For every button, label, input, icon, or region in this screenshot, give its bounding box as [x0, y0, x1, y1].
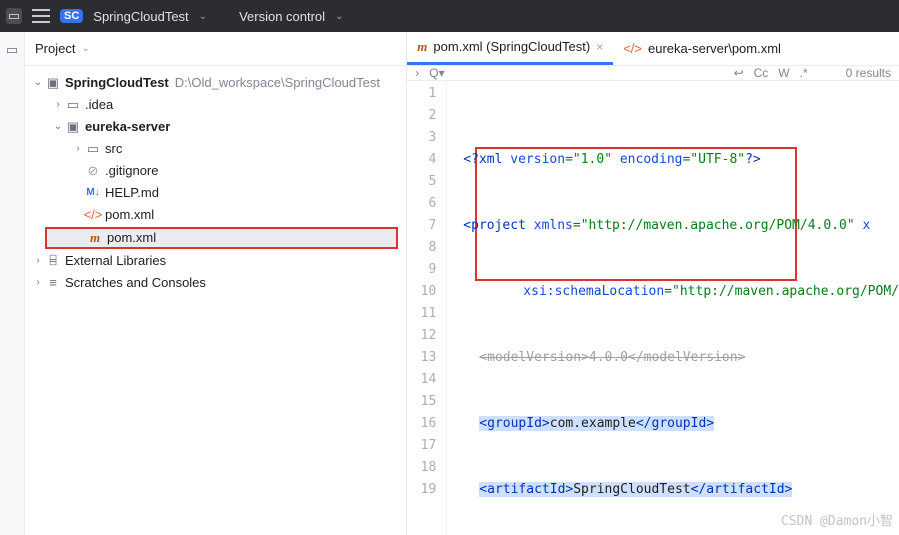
chevron-right-icon[interactable]: ›	[415, 66, 419, 80]
folder-icon: ▭	[65, 94, 81, 116]
xml-icon: </>	[85, 204, 101, 226]
editor-tabs: m pom.xml (SpringCloudTest) × </> eureka…	[407, 32, 899, 66]
prev-icon[interactable]: ↩	[734, 66, 744, 80]
chevron-down-icon[interactable]: ⌄	[81, 43, 89, 54]
module-icon: ▣	[45, 72, 61, 94]
chevron-down-icon[interactable]: ⌄	[51, 116, 65, 138]
match-case[interactable]: Cc	[754, 66, 769, 80]
regex-toggle[interactable]: .*	[800, 66, 808, 80]
maven-icon: m	[87, 227, 103, 249]
chevron-right-icon[interactable]: ›	[51, 94, 65, 116]
tab-label: pom.xml (SpringCloudTest)	[433, 39, 590, 54]
project-tree[interactable]: ⌄ ▣ SpringCloudTest D:\Old_workspace\Spr…	[25, 66, 406, 300]
markdown-icon: M↓	[85, 182, 101, 204]
tab-other[interactable]: </> eureka-server\pom.xml	[613, 31, 791, 65]
scratch-icon: ≡	[45, 272, 61, 294]
tab-active[interactable]: m pom.xml (SpringCloudTest) ×	[407, 31, 613, 65]
project-name[interactable]: SpringCloudTest	[93, 9, 188, 24]
code-body[interactable]: <?xml version="1.0" encoding="UTF-8"?> <…	[447, 81, 899, 535]
results-count: 0 results	[846, 66, 891, 80]
chevron-down-icon[interactable]: ⌄	[335, 11, 343, 22]
library-icon: ⌸	[45, 250, 61, 272]
watermark: CSDN @Damon小智	[781, 511, 893, 533]
tree-item[interactable]: HELP.md	[105, 182, 159, 204]
tree-item-selected[interactable]: pom.xml	[107, 227, 156, 249]
find-bar[interactable]: › Q▾ ↩ Cc W .* 0 results	[407, 66, 899, 81]
tree-item[interactable]: eureka-server	[85, 116, 170, 138]
line-gutter: 12345678910111213141516171819	[407, 81, 447, 535]
code-editor[interactable]: 12345678910111213141516171819 <?xml vers…	[407, 81, 899, 535]
maven-icon: m	[417, 39, 427, 55]
xml-icon: </>	[623, 41, 642, 56]
tree-item[interactable]: src	[105, 138, 122, 160]
chevron-right-icon[interactable]: ›	[31, 272, 45, 294]
panel-title[interactable]: Project	[35, 41, 75, 56]
tree-item[interactable]: External Libraries	[65, 250, 166, 272]
tree-root-path: D:\Old_workspace\SpringCloudTest	[175, 72, 380, 94]
project-badge: SC	[60, 9, 83, 23]
chevron-right-icon[interactable]: ›	[31, 250, 45, 272]
gitignore-icon: ⊘	[85, 160, 101, 182]
title-bar: ▭ SC SpringCloudTest ⌄ Version control ⌄	[0, 0, 899, 32]
search-icon[interactable]: Q▾	[429, 66, 444, 80]
project-panel: Project ⌄ ⌄ ▣ SpringCloudTest D:\Old_wor…	[25, 32, 407, 535]
tree-item[interactable]: .gitignore	[105, 160, 158, 182]
chevron-down-icon[interactable]: ⌄	[31, 72, 45, 94]
app-icon[interactable]: ▭	[6, 8, 22, 24]
folder-icon[interactable]: ▭	[6, 42, 18, 58]
tab-label: eureka-server\pom.xml	[648, 41, 781, 56]
hamburger-icon[interactable]	[32, 9, 50, 23]
match-word[interactable]: W	[778, 66, 789, 80]
tree-root[interactable]: SpringCloudTest	[65, 72, 169, 94]
module-icon: ▣	[65, 116, 81, 138]
close-icon[interactable]: ×	[596, 40, 603, 54]
folder-icon: ▭	[85, 138, 101, 160]
vcs-menu[interactable]: Version control	[239, 9, 325, 24]
tree-item[interactable]: Scratches and Consoles	[65, 272, 206, 294]
chevron-right-icon[interactable]: ›	[71, 138, 85, 160]
tree-item[interactable]: pom.xml	[105, 204, 154, 226]
chevron-down-icon[interactable]: ⌄	[199, 11, 207, 22]
editor-area: m pom.xml (SpringCloudTest) × </> eureka…	[407, 32, 899, 535]
tree-item[interactable]: .idea	[85, 94, 113, 116]
tool-rail: ▭	[0, 32, 25, 535]
